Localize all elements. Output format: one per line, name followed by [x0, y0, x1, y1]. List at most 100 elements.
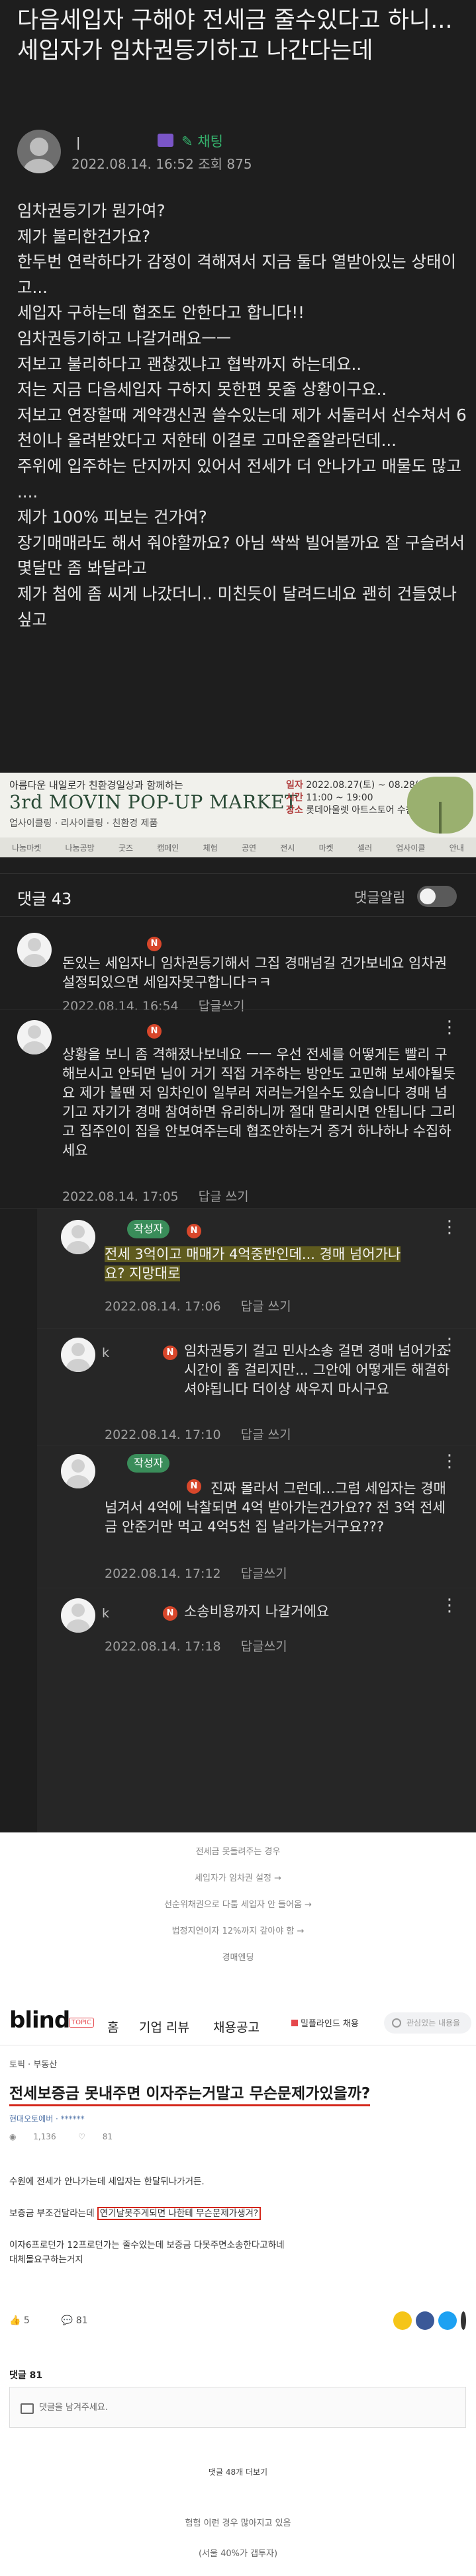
blind-body-line: 보증금 부조건달라는데 연기날못주게되면 나한테 무슨문제가생겨?	[9, 2206, 466, 2221]
chat-icon: ✎	[181, 134, 198, 150]
body-line: 한두번 연락하다가 감정이 격해져서 지금 둘다 열받아있는 상태이고...	[17, 252, 457, 297]
footer-line: 험험 이런 경우 많아지고 있음	[185, 2518, 291, 2528]
blind-logo[interactable]: blind	[9, 2007, 70, 2034]
chat-link[interactable]: ✎ 채팅	[181, 131, 223, 151]
ad-banner[interactable]: 아름다운 내일로가 친환경일상과 함께하는 3rd MOVIN POP-UP M…	[0, 773, 476, 857]
footer-line: (서울 40%가 갭투자)	[198, 2549, 278, 2559]
blind-views: 1,136	[33, 2132, 56, 2141]
reply-button[interactable]: 답글 쓰기	[241, 1428, 291, 1442]
body-line: 장기매매라도 해서 줘야할까요? 아님 싹싹 빌어볼까요 잘 구슬려서 몇달만 …	[17, 533, 470, 578]
new-badge-icon: N	[147, 1024, 162, 1039]
writer-tag: 작성자	[127, 1454, 170, 1473]
like-button[interactable]: 👍 5	[9, 2315, 46, 2326]
view-count: 조회 875	[198, 156, 252, 172]
search-input[interactable]: 관심있는 내용을	[384, 2012, 471, 2034]
body-line: 임차권등기가 뭔가여?	[17, 201, 166, 220]
commenter-avatar[interactable]	[61, 1598, 95, 1633]
blind-post: 토픽 · 부동산 전세보증금 못내주면 이자주는거말고 무슨문제가있을까? 현대…	[9, 2057, 466, 2284]
body-line: 저보고 불리하다고 괜찮겠냐고 협박까지 하는데요..	[17, 354, 362, 374]
body-line: 제가 불리한건가요?	[17, 226, 151, 246]
banner-nav-item: 업사이클	[396, 843, 426, 853]
comment-text: 소송비용까지 나갈거에요	[184, 1604, 330, 1619]
banner-nav-item: 굿즈	[118, 843, 134, 853]
blind-hire-button[interactable]: 밀플라인드 채용	[291, 2016, 359, 2029]
more-options-icon[interactable]: ⋮	[441, 1019, 458, 1036]
more-comments-button[interactable]: 댓글 48개 더보기	[0, 2466, 476, 2477]
banner-nav-item: 캠페인	[157, 843, 179, 853]
commenter-avatar[interactable]	[17, 933, 52, 967]
commenter-avatar[interactable]	[61, 1338, 95, 1372]
comment-date: 2022.08.14. 17:18	[105, 1639, 221, 1654]
body-line: 저보고 연장할때 계약갱신권 쓸수있는데 제가 서둘러서 선수쳐서 6천이나 올…	[17, 405, 467, 451]
comment-date: 2022.08.14. 16:54	[62, 999, 179, 1013]
breadcrumb[interactable]: 토픽 · 부동산	[9, 2057, 466, 2070]
reply-button[interactable]: 답글 쓰기	[199, 1189, 249, 1204]
new-badge-icon: N	[163, 1346, 177, 1360]
reply-comment: 작성자 N ⋮ 전세 3억이고 매매가 4억중반인데... 경매 넘어가나요? …	[61, 1219, 467, 1326]
blind-body-prefix: 보증금 부조건달라는데	[9, 2208, 97, 2219]
divider	[37, 1328, 476, 1329]
eye-icon: ◉	[9, 2132, 19, 2141]
nav-company-review[interactable]: 기업 리뷰	[139, 2018, 189, 2036]
banner-nav-item: 체험	[203, 843, 218, 853]
comment: N 돈있는 세입자니 임차권등기해서 그집 경매넘길 건가보네요 임차권설정되있…	[17, 933, 467, 1013]
author-name[interactable]: ㅣ	[71, 132, 85, 153]
commenter-avatar[interactable]	[61, 1220, 95, 1254]
body-line: 임차권등기하고 나갈거래요ㅡㅡ	[17, 328, 232, 348]
new-badge-icon: N	[163, 1606, 177, 1621]
blind-comment-title: 댓글 81	[9, 2370, 43, 2381]
banner-nav-item: 마켓	[318, 843, 334, 853]
twitter-share-icon[interactable]	[438, 2311, 457, 2330]
kakao-share-icon[interactable]	[393, 2311, 412, 2330]
link-share-icon[interactable]	[461, 2311, 466, 2330]
comment-date: 2022.08.14. 17:05	[62, 1189, 179, 1204]
comment-count: 81	[75, 2315, 88, 2326]
banner-nav-item: 나눔마켓	[12, 843, 42, 853]
post-meta: ㅣ ✎ 채팅 2022.08.14. 16:52 조회 875	[17, 130, 467, 176]
comment-count: 댓글 43	[17, 890, 72, 908]
commenter-name[interactable]: k	[102, 1606, 110, 1621]
like-count: 5	[23, 2315, 30, 2326]
post-datetime: 2022.08.14. 16:52	[71, 156, 194, 172]
divider	[0, 1009, 476, 1010]
banner-nav-item: 셀러	[357, 843, 373, 853]
more-options-icon[interactable]: ⋮	[441, 1453, 458, 1470]
writer-tag: 작성자	[127, 1220, 170, 1238]
banner-nav-item: 나눔공방	[65, 843, 95, 853]
body-line: 저는 지금 다음세입자 구하지 못한편 못줄 상황이구요..	[17, 380, 387, 400]
blind-actions: 👍 5 💬 81	[9, 2309, 466, 2335]
facebook-share-icon[interactable]	[416, 2311, 434, 2330]
banner-nav-item: 안내	[449, 843, 464, 853]
comment-text: 전세 3억이고 매매가 4억중반인데... 경매 넘어가나요? 지망대로	[105, 1245, 416, 1283]
blind-post-body: 수원에 전세가 안나가는데 세입자는 한달뒤나가거든. 보증금 부조건달라는데 …	[9, 2174, 466, 2267]
more-options-icon[interactable]: ⋮	[441, 1219, 458, 1236]
comment-footer: 2022.08.14. 17:06 답글 쓰기	[105, 1297, 311, 1314]
comment-button[interactable]: 💬 81	[62, 2315, 104, 2326]
author-avatar[interactable]	[17, 130, 61, 173]
body-line: 주위에 입주하는 단지까지 있어서 전세가 더 안나가고 매물도 많고 ....	[17, 456, 467, 501]
reply-button[interactable]: 답글쓰기	[241, 1639, 287, 1654]
body-line: 세입자 구하는데 협조도 안한다고 합니다!!	[17, 303, 305, 323]
commenter-avatar[interactable]	[61, 1454, 95, 1488]
commenter-name[interactable]: k	[102, 1346, 110, 1360]
banner-top: 아름다운 내일로가 친환경일상과 함께하는	[9, 779, 183, 791]
summary-notes: 전세금 못돌려주는 경우 세입자가 임차권 설정 → 선순위채권으로 다툼 세입…	[0, 1846, 476, 1978]
blind-body-line: 수원에 전세가 안나가는데 세입자는 한달뒤나가거든.	[9, 2176, 205, 2187]
blind-header: blind TOPIC 홈 기업 리뷰 채용공고 밀플라인드 채용 관심있는 내…	[0, 1998, 476, 2045]
time-label: 시간	[286, 793, 303, 803]
nav-jobs[interactable]: 채용공고	[213, 2018, 260, 2036]
level-badge-icon	[158, 134, 173, 147]
blind-author-company: 현대오토에버 · ******	[9, 2114, 85, 2124]
post-body: 임차권등기가 뭔가여? 제가 불리한건가요? 한두번 연락하다가 감정이 격해져…	[17, 198, 467, 632]
commenter-avatar[interactable]	[17, 1020, 52, 1054]
reply-button[interactable]: 답글쓰기	[199, 999, 245, 1013]
reply-button[interactable]: 답글쓰기	[241, 1567, 287, 1581]
new-badge-icon: N	[187, 1224, 201, 1238]
comment-alarm-toggle[interactable]	[417, 886, 457, 907]
plant-illustration-icon	[407, 777, 473, 834]
comment-footer: 2022.08.14. 17:18 답글쓰기	[105, 1637, 307, 1654]
nav-home[interactable]: 홈	[107, 2018, 119, 2036]
summary-line: 선순위채권으로 다툼 세입자 안 들어옴 →	[164, 1900, 312, 1910]
reply-button[interactable]: 답글 쓰기	[241, 1299, 291, 1314]
comment-input[interactable]: 댓글을 남겨주세요.	[9, 2387, 466, 2428]
